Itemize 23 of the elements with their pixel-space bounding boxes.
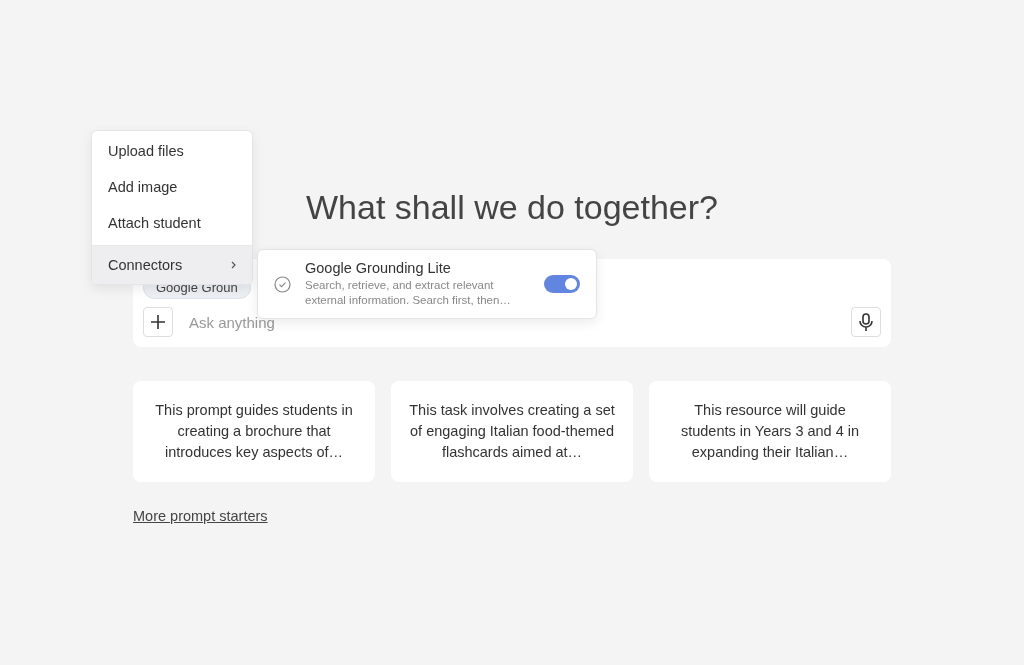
more-prompt-starters-link[interactable]: More prompt starters	[133, 508, 268, 524]
connector-description: Search, retrieve, and extract relevant external information. Search first, then…	[305, 278, 512, 308]
connector-toggle[interactable]	[544, 275, 580, 293]
add-button[interactable]	[143, 307, 173, 337]
ask-input[interactable]: Ask anything	[187, 312, 837, 332]
menu-item[interactable]: Add image	[92, 169, 252, 205]
prompt-starter-card[interactable]: This prompt guides students in creating a brochure that introduces key aspects of…	[133, 381, 375, 482]
check-circle-icon	[274, 275, 291, 293]
menu-item-label: Attach student	[108, 215, 201, 231]
prompt-starter-card[interactable]: This resource will guide students in Years 3 and 4 in expanding their Italian…	[649, 381, 891, 482]
menu-item[interactable]: Connectors	[92, 245, 252, 284]
microphone-button[interactable]	[851, 307, 881, 337]
page-heading: What shall we do together?	[306, 188, 718, 227]
chevron-right-icon	[231, 261, 236, 269]
menu-item[interactable]: Attach student	[92, 205, 252, 241]
prompt-starter-card[interactable]: This task involves creating a set of engaging Italian food-themed flashcards aimed at…	[391, 381, 633, 482]
plus-icon	[151, 315, 165, 329]
menu-item-label: Connectors	[108, 257, 183, 273]
microphone-icon	[859, 313, 873, 331]
connector-title: Google Grounding Lite	[305, 260, 452, 276]
menu-item[interactable]: Upload files	[92, 133, 252, 169]
menu-item-label: Upload files	[108, 143, 184, 159]
menu-item-label: Add image	[108, 179, 178, 195]
